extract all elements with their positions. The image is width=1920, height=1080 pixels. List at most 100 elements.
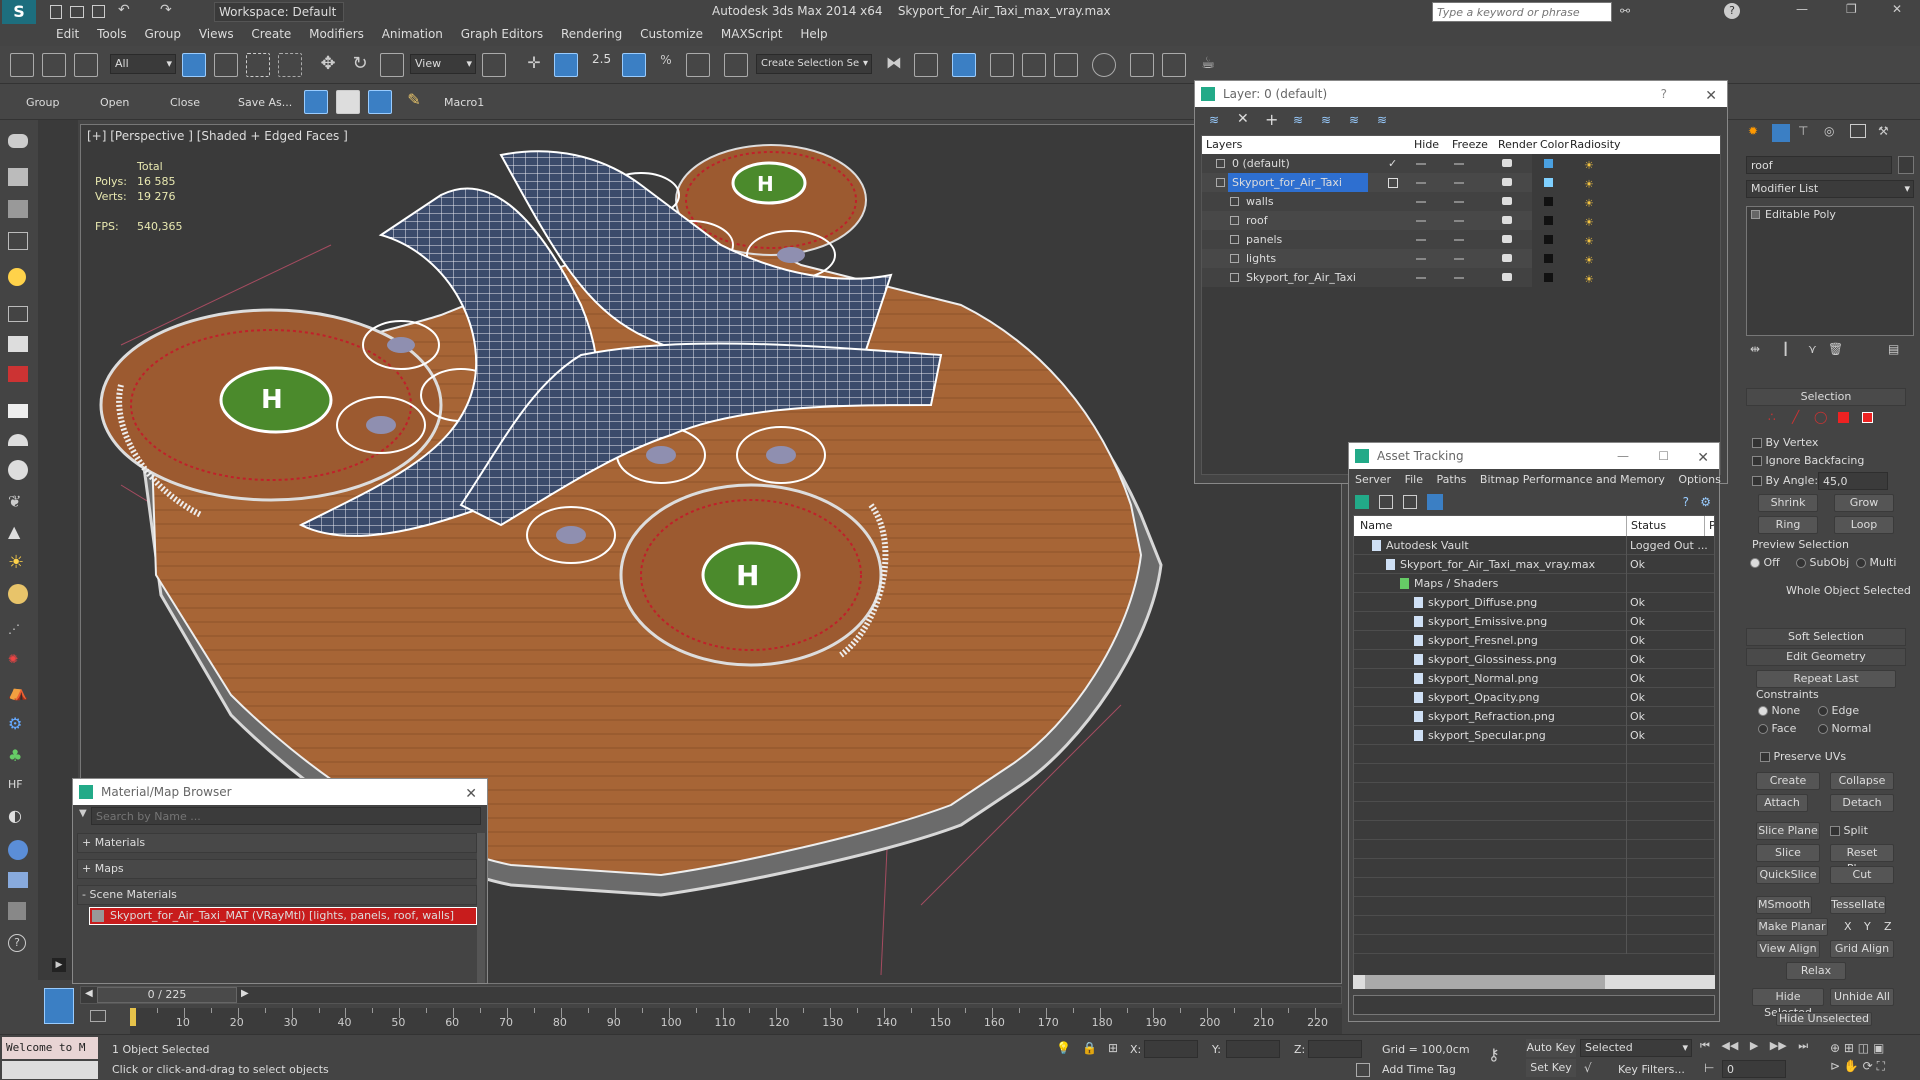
- layer-help-icon[interactable]: ?: [1661, 81, 1667, 107]
- constraint-none-radio[interactable]: [1758, 706, 1768, 716]
- select-in-layer-icon[interactable]: ≋: [1293, 113, 1303, 127]
- material-editor-icon[interactable]: [1092, 53, 1116, 77]
- hide-unselected-button[interactable]: Hide Unselected: [1776, 1012, 1872, 1026]
- asset-window-titlebar[interactable]: Asset Tracking — ☐ ✕: [1349, 443, 1719, 469]
- planar-z-button[interactable]: Z: [1884, 920, 1892, 933]
- new-file-icon[interactable]: [50, 5, 62, 19]
- teapot-icon[interactable]: [8, 134, 28, 148]
- schematic-view-icon[interactable]: [1054, 53, 1078, 77]
- asset-row[interactable]: skyport_Normal.png Ok: [1354, 669, 1714, 688]
- hide-all-icon[interactable]: ≋: [1349, 113, 1359, 127]
- set-key-button[interactable]: Set Key: [1526, 1059, 1576, 1077]
- add-time-tag-button[interactable]: Add Time Tag: [1382, 1063, 1456, 1076]
- menu-tools[interactable]: Tools: [97, 24, 141, 41]
- active-layer-check-icon[interactable]: ✓: [1388, 154, 1397, 173]
- radiosity-icon[interactable]: ☀: [1584, 194, 1594, 213]
- layer-color-swatch[interactable]: [1544, 159, 1553, 168]
- zoom-icon[interactable]: ⊕: [1830, 1041, 1840, 1055]
- layer-window-titlebar[interactable]: Layer: 0 (default) ? ✕: [1195, 81, 1727, 107]
- x-coord-field[interactable]: [1144, 1040, 1198, 1058]
- asset-path-field[interactable]: [1353, 995, 1715, 1015]
- lock-selection-icon[interactable]: 🔒: [1082, 1041, 1097, 1055]
- camera-icon[interactable]: [8, 336, 28, 352]
- open-group-button[interactable]: Open: [100, 96, 129, 109]
- menu-modifiers[interactable]: Modifiers: [309, 24, 378, 41]
- add-to-layer-icon[interactable]: +: [1265, 110, 1278, 129]
- angle-snap-icon[interactable]: [622, 53, 646, 77]
- brush-icon[interactable]: ✎: [402, 90, 426, 114]
- configure-sets-icon[interactable]: ▤: [1888, 342, 1899, 356]
- cone-icon[interactable]: ▲: [8, 522, 20, 541]
- constraint-edge-radio[interactable]: [1818, 706, 1828, 716]
- asset-menu-server[interactable]: Server: [1355, 473, 1391, 486]
- snap-toggle[interactable]: 2.5: [592, 52, 611, 66]
- select-manipulate-icon[interactable]: ✛: [522, 53, 546, 77]
- freeze-toggle[interactable]: [1454, 182, 1464, 184]
- grid-align-button[interactable]: Grid Align: [1830, 940, 1894, 958]
- render-setup-icon[interactable]: [1130, 53, 1154, 77]
- material-browser-titlebar[interactable]: Material/Map Browser ✕: [73, 779, 487, 805]
- render-toggle-icon[interactable]: [1502, 159, 1512, 167]
- soft-selection-rollout-header[interactable]: Soft Selection: [1746, 628, 1906, 646]
- edit-named-selection-icon[interactable]: [724, 53, 748, 77]
- align-icon[interactable]: [914, 53, 938, 77]
- unlink-icon[interactable]: [42, 53, 66, 77]
- material-scrollbar[interactable]: [477, 833, 485, 983]
- play-icon[interactable]: ▶: [1750, 1039, 1758, 1052]
- spinner-snap-icon[interactable]: [686, 53, 710, 77]
- goto-end-icon[interactable]: ⏭: [1798, 1039, 1808, 1052]
- key-icon[interactable]: ⚷: [1488, 1045, 1500, 1064]
- freeze-toggle[interactable]: [1454, 258, 1464, 260]
- asset-hscrollbar[interactable]: [1353, 975, 1715, 989]
- hemisphere-icon[interactable]: [8, 434, 28, 446]
- asset-row[interactable]: skyport_Opacity.png Ok: [1354, 688, 1714, 707]
- shrink-button[interactable]: Shrink: [1758, 494, 1818, 512]
- freeze-toggle[interactable]: [1454, 277, 1464, 279]
- pivot-center-icon[interactable]: [482, 53, 506, 77]
- macro-button[interactable]: Macro1: [444, 96, 484, 109]
- modify-tab-icon[interactable]: [1772, 124, 1790, 142]
- gear-icon[interactable]: ⚙: [8, 714, 22, 733]
- reset-plane-button[interactable]: Reset Plane: [1830, 844, 1894, 875]
- curve-editor-icon[interactable]: [1022, 53, 1046, 77]
- create-tab-icon[interactable]: ✹: [1748, 124, 1758, 138]
- split-checkbox[interactable]: [1830, 826, 1840, 836]
- tessellate-button[interactable]: Tessellate: [1830, 896, 1886, 914]
- rotate-icon[interactable]: ↻: [348, 53, 372, 77]
- col-status[interactable]: Status: [1626, 516, 1666, 536]
- named-selection-dropdown[interactable]: Create Selection Se ▾: [756, 54, 872, 74]
- time-slider-thumb[interactable]: 0 / 225: [97, 987, 237, 1003]
- repeat-last-button[interactable]: Repeat Last: [1756, 670, 1896, 688]
- grid-icon[interactable]: [8, 232, 28, 250]
- split-option[interactable]: Split: [1830, 824, 1868, 837]
- layer-row[interactable]: Skyport_for_Air_Taxi ☀: [1202, 173, 1594, 192]
- col-hide[interactable]: Hide: [1414, 136, 1439, 154]
- box-icon[interactable]: [8, 168, 28, 186]
- motion-tab-icon[interactable]: ◎: [1824, 124, 1834, 138]
- sphere-icon[interactable]: [8, 460, 28, 480]
- pan-icon[interactable]: ✋: [1844, 1059, 1859, 1073]
- sun-icon[interactable]: ☀: [8, 552, 24, 573]
- layer-color-swatch[interactable]: [1544, 216, 1553, 225]
- file-icon[interactable]: [8, 902, 26, 920]
- msmooth-button[interactable]: MSmooth: [1756, 896, 1812, 914]
- scene-material-item[interactable]: Skyport_for_Air_Taxi_MAT (VRayMtl) [ligh…: [89, 907, 477, 925]
- key-filters-button[interactable]: Key Filters...: [1618, 1063, 1685, 1076]
- selection-rollout-header[interactable]: Selection: [1746, 388, 1906, 406]
- asset-options-icon[interactable]: ⚙: [1700, 495, 1711, 509]
- layer-name[interactable]: roof: [1242, 211, 1272, 230]
- radiosity-icon[interactable]: ☀: [1584, 213, 1594, 232]
- menu-edit[interactable]: Edit: [56, 24, 93, 41]
- close-group-button[interactable]: Close: [170, 96, 200, 109]
- help-icon[interactable]: ?: [1724, 3, 1740, 19]
- selection-filter-dropdown[interactable]: All ▾: [110, 54, 176, 74]
- hierarchy-tab-icon[interactable]: ⊤: [1798, 124, 1808, 138]
- render-toggle-icon[interactable]: [1502, 254, 1512, 262]
- render-production-icon[interactable]: ☕: [1196, 53, 1220, 77]
- constraint-face-radio[interactable]: [1758, 724, 1768, 734]
- delete-layer-icon[interactable]: ✕: [1237, 111, 1249, 127]
- col-name[interactable]: Name: [1360, 516, 1392, 536]
- layer-color-swatch[interactable]: [1544, 273, 1553, 282]
- preview-subobj-option[interactable]: SubObj: [1796, 556, 1849, 569]
- edit-geometry-rollout-header[interactable]: Edit Geometry: [1746, 648, 1906, 666]
